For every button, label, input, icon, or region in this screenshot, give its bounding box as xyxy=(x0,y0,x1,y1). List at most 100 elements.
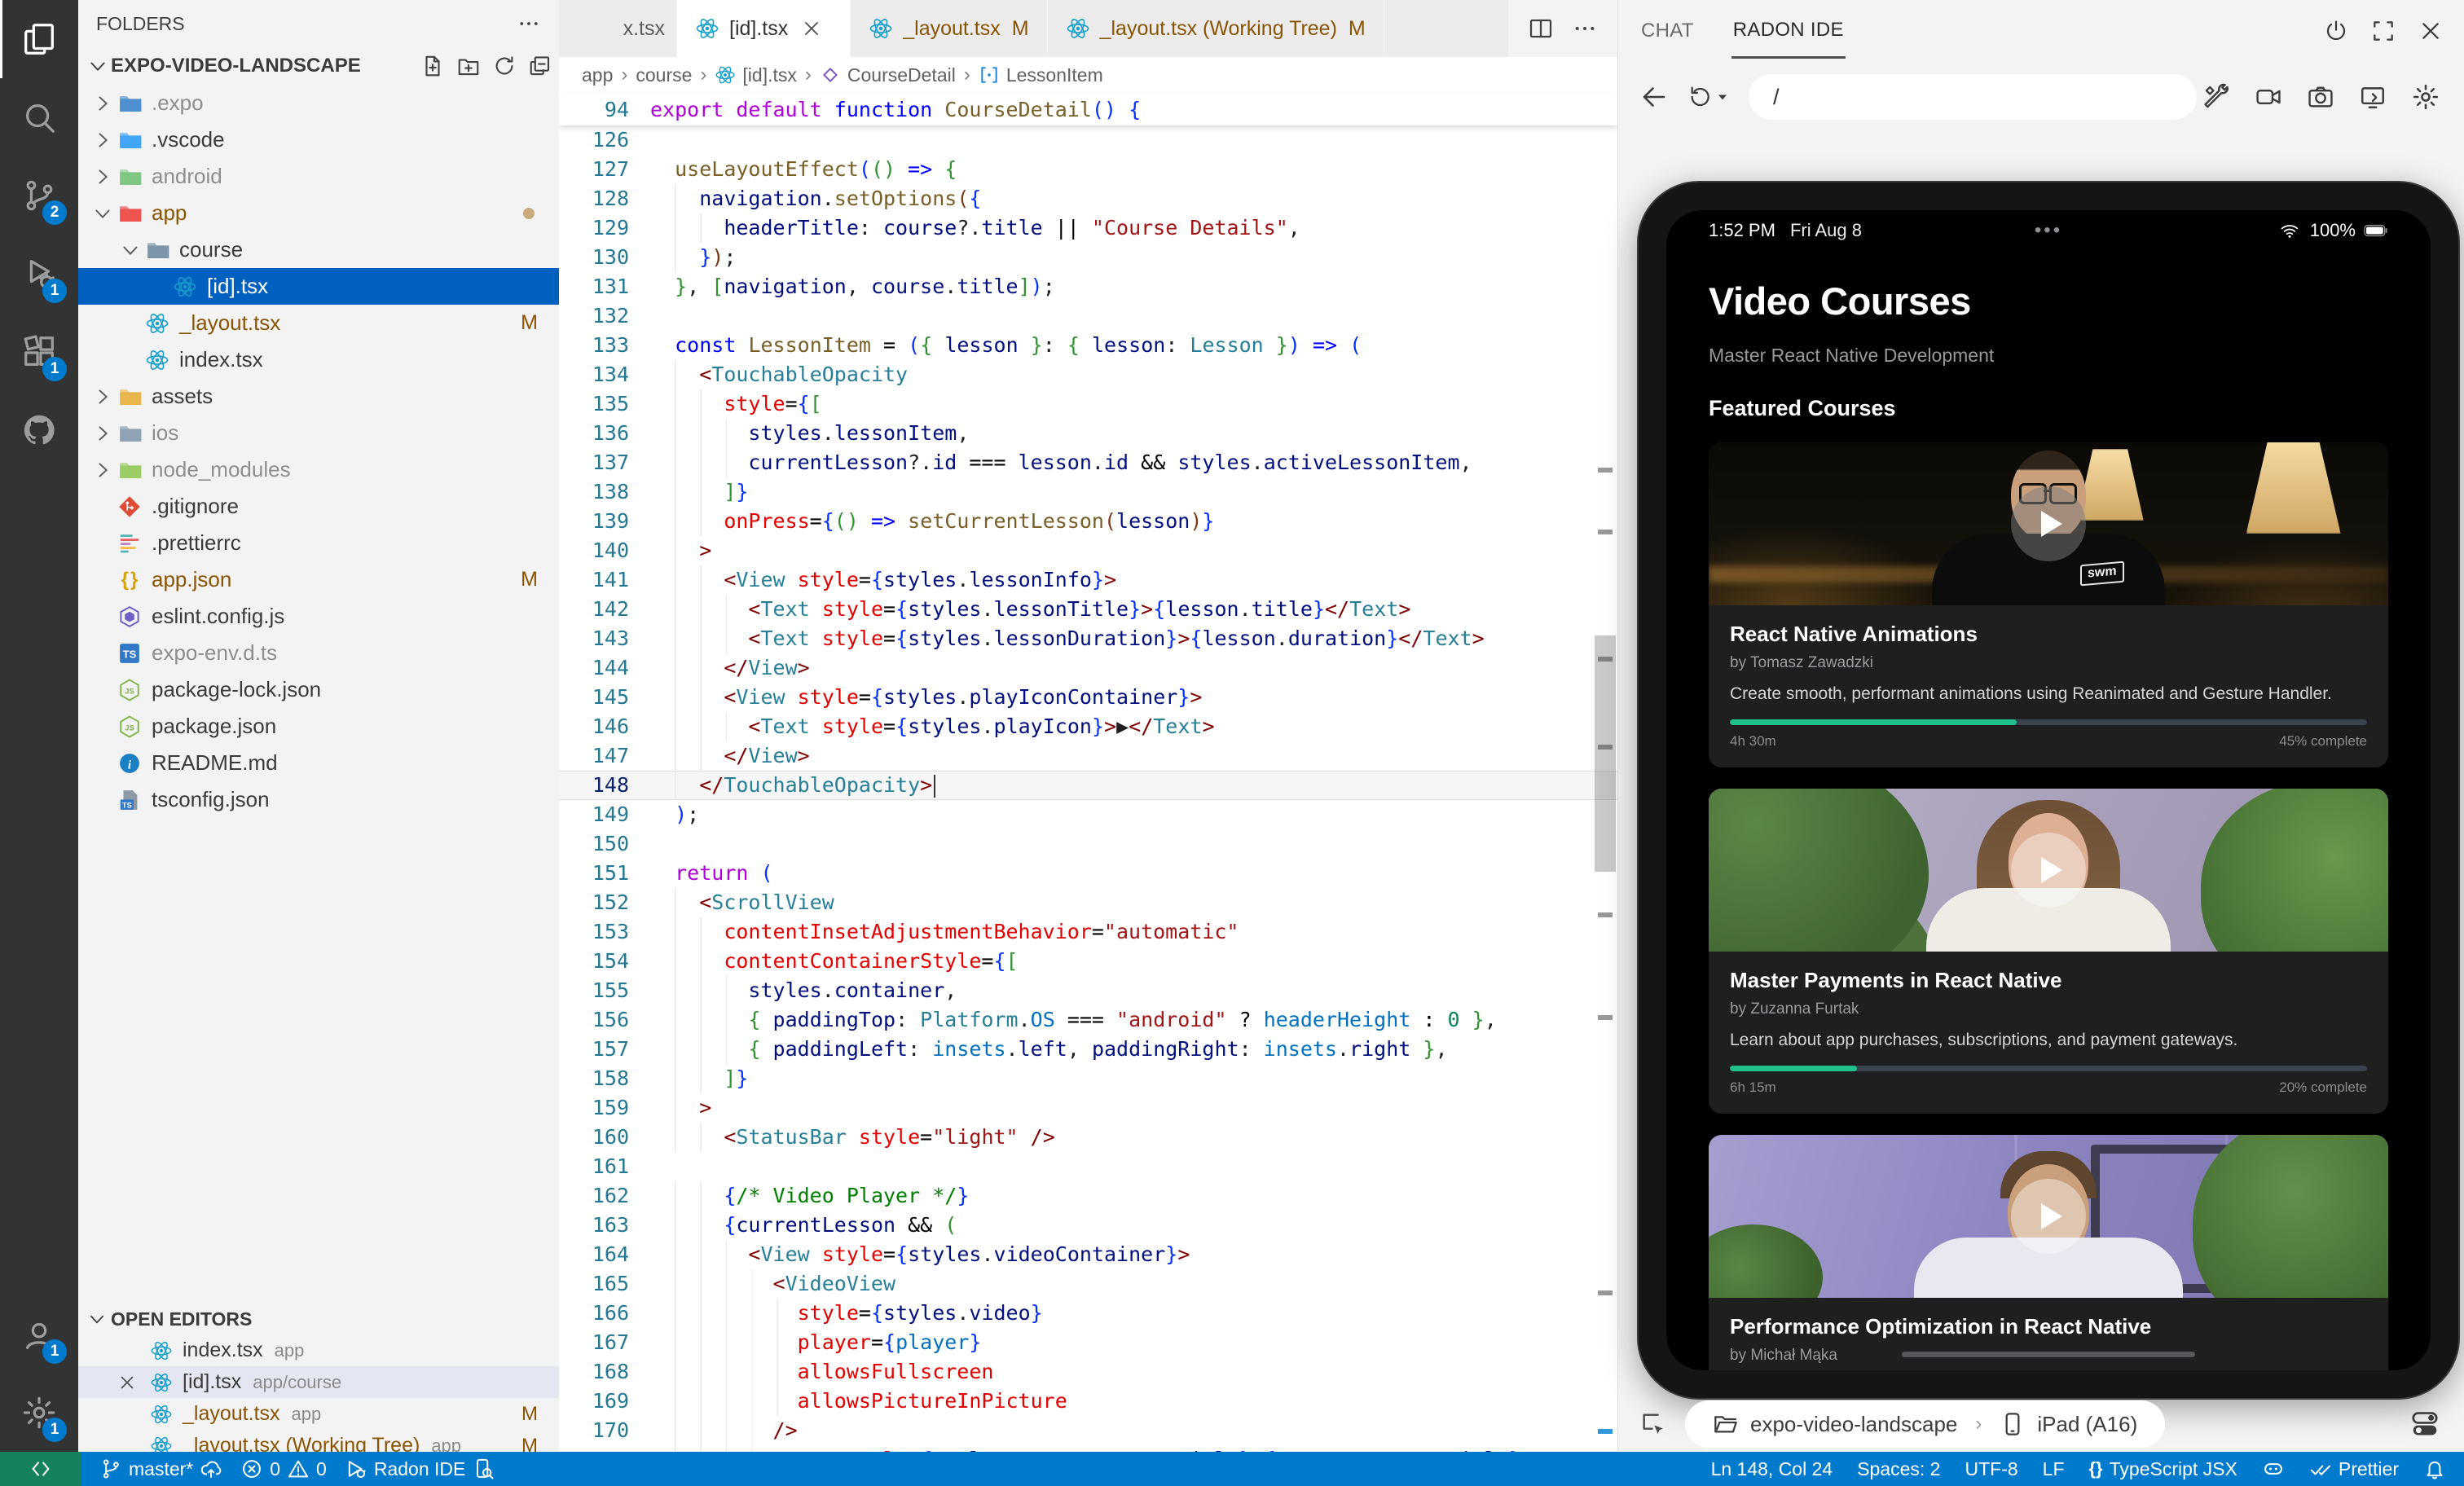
tree-item-README.md[interactable]: iREADME.md xyxy=(78,745,559,781)
account-button[interactable]: 1 xyxy=(0,1295,78,1374)
code-line-148[interactable]: 148 </TouchableOpacity> xyxy=(559,771,1617,800)
editor-more-actions-icon[interactable] xyxy=(1572,15,1598,42)
notifications-item[interactable] xyxy=(2423,1457,2446,1480)
panel-settings-icon[interactable] xyxy=(2411,82,2440,112)
code-line-160[interactable]: 160 <StatusBar style="light" /> xyxy=(559,1123,1617,1152)
code-line-171[interactable]: 171 <Text style={styles.currentLessonTit… xyxy=(559,1445,1617,1452)
new-file-icon[interactable] xyxy=(420,54,445,78)
code-line-132[interactable]: 132 xyxy=(559,301,1617,331)
tree-item-course[interactable]: course xyxy=(78,231,559,268)
language-item[interactable]: {}TypeScript JSX xyxy=(2089,1458,2237,1480)
source-control-activity-button[interactable]: 2 xyxy=(0,156,78,235)
tab-x.tsx[interactable]: x.tsx xyxy=(559,0,677,57)
code-line-137[interactable]: 137 currentLesson?.id === lesson.id && s… xyxy=(559,448,1617,477)
code-line-128[interactable]: 128 navigation.setOptions({ xyxy=(559,184,1617,213)
code-line-131[interactable]: 131 }, [navigation, course.title]); xyxy=(559,272,1617,301)
code-line-149[interactable]: 149 ); xyxy=(559,800,1617,829)
problems-item[interactable]: 0 0 xyxy=(240,1457,327,1480)
code-line-146[interactable]: 146 <Text style={styles.playIcon}>▶</Tex… xyxy=(559,712,1617,741)
code-line-170[interactable]: 170 /> xyxy=(559,1416,1617,1445)
tree-item-.vscode[interactable]: .vscode xyxy=(78,121,559,158)
close-icon[interactable] xyxy=(117,1373,137,1392)
video-thumbnail[interactable] xyxy=(1709,1135,2388,1298)
screen-record-icon[interactable] xyxy=(2255,83,2282,111)
play-button[interactable] xyxy=(2011,1179,2086,1254)
collapse-folders-icon[interactable] xyxy=(528,54,552,78)
git-branch-item[interactable]: master* xyxy=(99,1457,222,1480)
tab-[id].tsx[interactable]: [id].tsx xyxy=(677,0,851,57)
tab-_layout.tsx[interactable]: _layout.tsxM xyxy=(851,0,1047,57)
tree-item-.gitignore[interactable]: .gitignore xyxy=(78,488,559,525)
code-line-141[interactable]: 141 <View style={styles.lessonInfo}> xyxy=(559,565,1617,595)
tree-item-.prettierrc[interactable]: .prettierrc xyxy=(78,525,559,561)
reload-icon[interactable] xyxy=(1687,84,1713,110)
encoding-item[interactable]: UTF-8 xyxy=(1965,1458,2017,1480)
course-card[interactable]: Master Payments in React Nativeby Zuzann… xyxy=(1709,789,2388,1114)
code-line-155[interactable]: 155 styles.container, xyxy=(559,976,1617,1005)
device-appearance-icon[interactable] xyxy=(2409,1409,2440,1440)
tree-item-tsconfig.json[interactable]: TStsconfig.json xyxy=(78,781,559,818)
close-panel-icon[interactable] xyxy=(2418,18,2444,44)
code-line-163[interactable]: 163 {currentLesson && ( xyxy=(559,1211,1617,1240)
home-indicator[interactable] xyxy=(1902,1352,2195,1357)
element-inspector-icon[interactable] xyxy=(1639,1410,1667,1438)
sim-menu-dots[interactable]: ••• xyxy=(2035,219,2062,242)
eol-item[interactable]: LF xyxy=(2043,1458,2065,1480)
radon-ide-item[interactable]: Radon IDE xyxy=(345,1457,495,1480)
code-line-139[interactable]: 139 onPress={() => setCurrentLesson(less… xyxy=(559,507,1617,536)
code-line-142[interactable]: 142 <Text style={styles.lessonTitle}>{le… xyxy=(559,595,1617,624)
open-editor-index.tsx[interactable]: index.tsxapp xyxy=(78,1334,559,1366)
code-line-164[interactable]: 164 <View style={styles.videoContainer}> xyxy=(559,1240,1617,1269)
tab-radon-ide[interactable]: RADON IDE xyxy=(1731,4,1846,59)
breadcrumb-CourseDetail[interactable]: CourseDetail xyxy=(820,64,956,86)
code-line-167[interactable]: 167 player={player} xyxy=(559,1328,1617,1357)
tree-item-eslint.config.js[interactable]: eslint.config.js xyxy=(78,598,559,635)
tree-item-android[interactable]: android xyxy=(78,158,559,195)
close-tab-icon[interactable] xyxy=(801,18,822,39)
tree-item-app[interactable]: app xyxy=(78,195,559,231)
code-line-161[interactable]: 161 xyxy=(559,1152,1617,1181)
code-line-150[interactable]: 150 xyxy=(559,829,1617,859)
search-activity-button[interactable] xyxy=(0,78,78,156)
open-editor-_layout.tsx (Working Tree)[interactable]: _layout.tsx (Working Tree)appM xyxy=(78,1430,559,1452)
debug-activity-button[interactable]: 1 xyxy=(0,235,78,313)
code-line-156[interactable]: 156 { paddingTop: Platform.OS === "andro… xyxy=(559,1005,1617,1035)
breadcrumb-app[interactable]: app xyxy=(582,64,613,86)
open-editors-header[interactable]: OPEN EDITORS xyxy=(78,1304,559,1334)
tree-item-package.json[interactable]: JSpackage.json xyxy=(78,708,559,745)
code-line-162[interactable]: 162 {/* Video Player */} xyxy=(559,1181,1617,1211)
code-line-136[interactable]: 136 styles.lessonItem, xyxy=(559,419,1617,448)
split-editor-icon[interactable] xyxy=(1528,15,1554,42)
code-line-152[interactable]: 152 <ScrollView xyxy=(559,888,1617,917)
expand-panel-icon[interactable] xyxy=(2370,18,2396,44)
tree-item-expo-env.d.ts[interactable]: TSexpo-env.d.ts xyxy=(78,635,559,671)
breadcrumb-LessonItem[interactable]: LessonItem xyxy=(979,64,1103,86)
new-folder-icon[interactable] xyxy=(456,54,481,78)
tree-item-[id].tsx[interactable]: [id].tsx xyxy=(78,268,559,305)
extensions-activity-button[interactable]: 1 xyxy=(0,313,78,391)
code-line-154[interactable]: 154 contentContainerStyle={[ xyxy=(559,947,1617,976)
tree-item-_layout.tsx[interactable]: _layout.tsxM xyxy=(78,305,559,341)
code-line-166[interactable]: 166 style={styles.video} xyxy=(559,1299,1617,1328)
code-line-144[interactable]: 144 </View> xyxy=(559,653,1617,683)
tree-item-assets[interactable]: assets xyxy=(78,378,559,415)
copilot-item[interactable] xyxy=(2262,1457,2285,1480)
course-card[interactable]: swm React Native Animationsby Tomasz Zaw… xyxy=(1709,442,2388,767)
code-line-169[interactable]: 169 allowsPictureInPicture xyxy=(559,1387,1617,1416)
code-line-147[interactable]: 147 </View> xyxy=(559,741,1617,771)
play-button[interactable] xyxy=(2011,833,2086,908)
code-line-159[interactable]: 159 > xyxy=(559,1093,1617,1123)
code-line-130[interactable]: 130 }); xyxy=(559,243,1617,272)
tree-item-app.json[interactable]: { }app.jsonM xyxy=(78,561,559,598)
code-line-143[interactable]: 143 <Text style={styles.lessonDuration}>… xyxy=(559,624,1617,653)
editor-scrollbar[interactable] xyxy=(1593,125,1616,1452)
code-editor[interactable]: 126127 useLayoutEffect(() => {128 naviga… xyxy=(559,125,1617,1452)
breadcrumb-[id].tsx[interactable]: [id].tsx xyxy=(715,64,796,86)
device-selector[interactable]: expo-video-landscape › iPad (A16) xyxy=(1685,1400,2165,1448)
github-activity-button[interactable] xyxy=(0,391,78,469)
open-editor-[id].tsx[interactable]: [id].tsxapp/course xyxy=(78,1366,559,1398)
simulator-screen[interactable]: 1:52 PM Fri Aug 8 ••• 100% Video Courses… xyxy=(1666,210,2431,1370)
refresh-explorer-icon[interactable] xyxy=(492,54,517,78)
url-bar[interactable]: / xyxy=(1749,74,2197,120)
tree-item-ios[interactable]: ios xyxy=(78,415,559,451)
